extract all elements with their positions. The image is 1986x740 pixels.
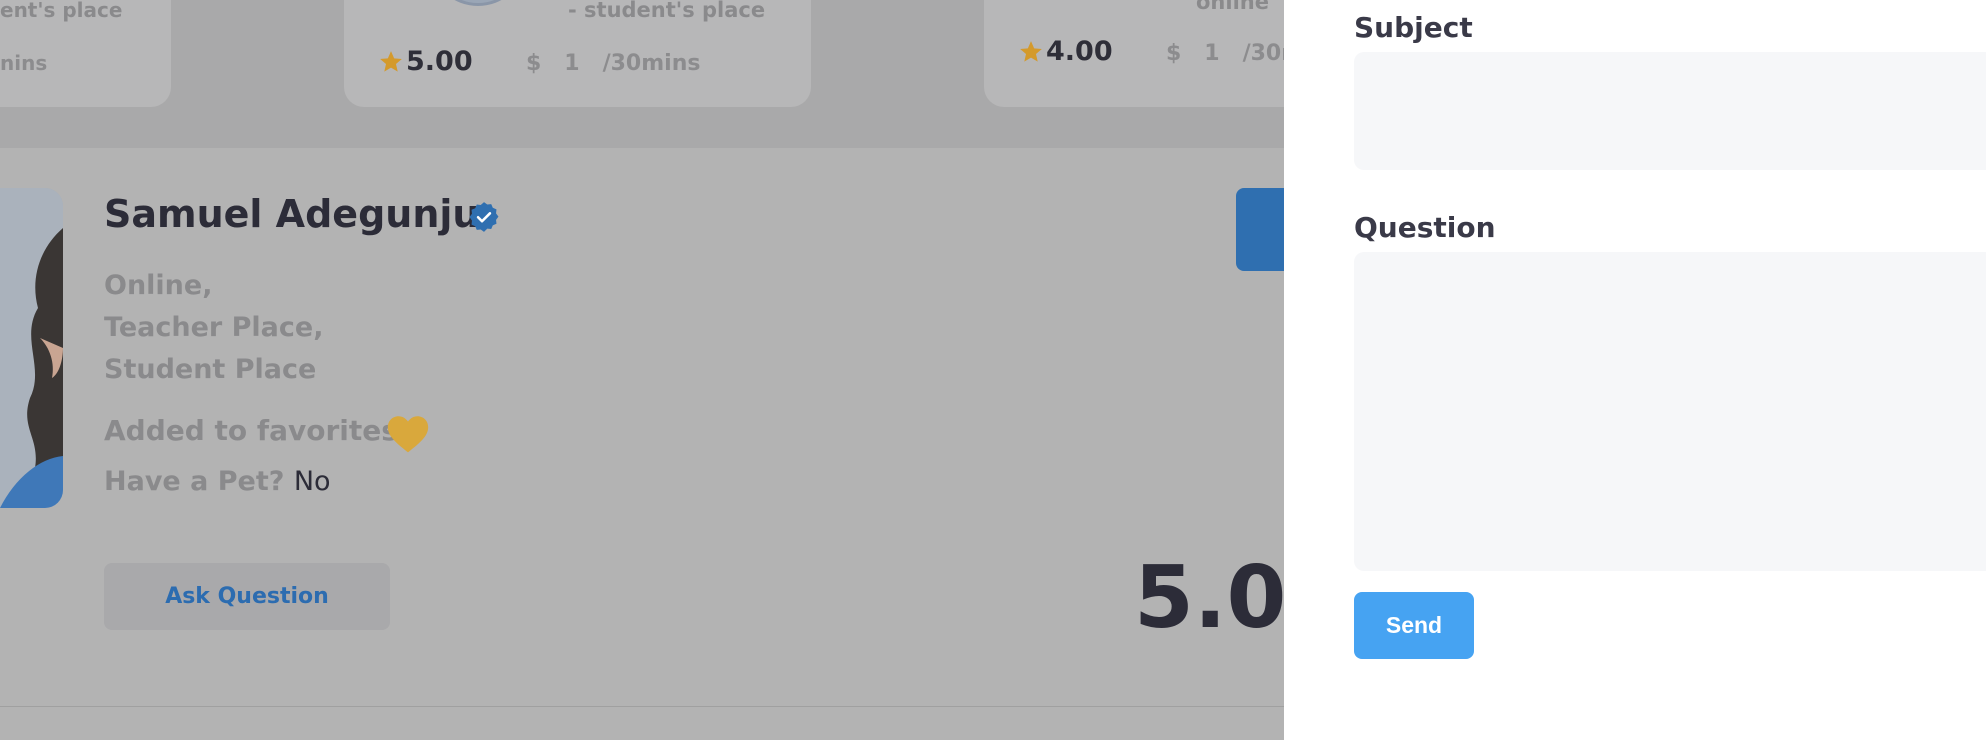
teacher-name: Samuel Adegunju [104, 192, 480, 236]
location-item: Student Place [104, 354, 317, 385]
teacher-locations: Online, Teacher Place, Student Place [104, 265, 323, 391]
subject-input[interactable] [1354, 52, 1986, 170]
heart-icon[interactable] [386, 413, 430, 455]
price-currency: $ [526, 51, 542, 76]
pet-label: Have a Pet? [104, 466, 285, 497]
send-button[interactable]: Send [1354, 592, 1474, 659]
ask-question-panel: Subject Question Send [1284, 0, 1986, 740]
card-price-suffix: nins [0, 51, 48, 75]
star-icon [1020, 40, 1042, 62]
teacher-cards-row: ent's place nins - student's place 5.00 … [0, 0, 1284, 148]
card-place: online [1196, 0, 1269, 14]
card-price: $ 1 /30mins [526, 51, 700, 76]
price-amount: 1 [1204, 41, 1220, 66]
book-lesson-button[interactable] [1236, 188, 1284, 271]
divider [0, 706, 1284, 707]
teacher-card[interactable]: online 4.00 $ 1 /30m [984, 0, 1284, 107]
teacher-card[interactable]: - student's place 5.00 $ 1 /30mins [344, 0, 811, 107]
favorites-label: Added to favorites [104, 414, 398, 447]
teacher-photo [0, 188, 63, 508]
price-suffix: /30m [1242, 41, 1284, 66]
card-price: $ 1 /30m [1166, 41, 1284, 66]
card-place: ent's place [0, 0, 123, 22]
location-item: Online, [104, 270, 213, 301]
page-backdrop: ent's place nins - student's place 5.00 … [0, 0, 1284, 740]
card-place: - student's place [568, 0, 766, 22]
card-rating-value: 5.00 [406, 46, 473, 77]
avatar [432, 0, 524, 6]
ask-question-button[interactable]: Ask Question [104, 563, 390, 630]
teacher-photo-image [0, 188, 63, 508]
pet-value: No [293, 466, 331, 497]
card-rating: 5.00 [378, 46, 473, 77]
location-item: Teacher Place, [104, 312, 324, 343]
pet-info: Have a Pet? No [104, 466, 331, 497]
price-suffix: /30mins [602, 51, 701, 76]
question-textarea[interactable] [1354, 252, 1986, 571]
teacher-card[interactable]: ent's place nins [0, 0, 171, 107]
teacher-rating: 5.00 [1134, 548, 1284, 648]
verified-badge-icon [469, 202, 499, 232]
card-rating-value: 4.00 [1046, 36, 1113, 67]
subject-label: Subject [1354, 11, 1473, 44]
question-label: Question [1354, 211, 1496, 244]
price-amount: 1 [564, 51, 580, 76]
star-icon [380, 50, 402, 72]
card-rating: 4.00 [1018, 36, 1113, 67]
price-currency: $ [1166, 41, 1182, 66]
